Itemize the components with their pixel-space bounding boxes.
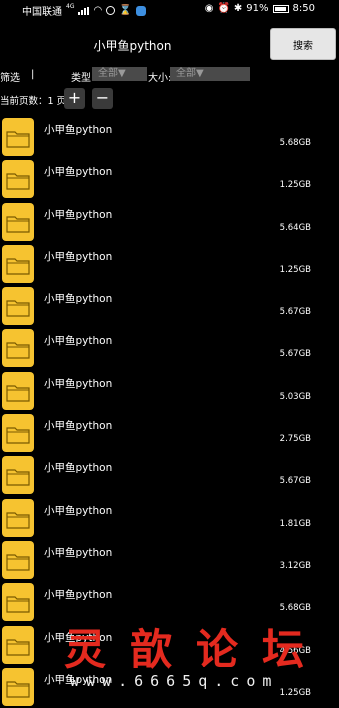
watermark-url: www.6665q.com [70,672,279,690]
file-row[interactable]: 小甲鱼python 1.25GB [0,243,339,285]
file-row[interactable]: 小甲鱼python 5.03GB [0,370,339,412]
file-size: 5.03GB [279,391,311,402]
sync-icon [106,6,116,15]
file-name: 小甲鱼python [44,250,113,263]
wifi-icon: ◠ [93,5,103,16]
file-name: 小甲鱼python [44,208,113,221]
signal-tag: 4G [66,3,75,10]
size-label: 大小: [148,73,172,84]
carrier-label: 中国联通 [22,7,62,18]
filter-label: 筛选 [0,73,20,84]
file-name: 小甲鱼python [44,166,113,179]
folder-icon [2,118,34,156]
next-page-button[interactable]: + [64,88,85,109]
file-row[interactable]: 小甲鱼python 5.68GB [0,116,339,158]
status-right: ◉ ⏰ ✱ 91% 8:50 [205,3,315,14]
file-row[interactable]: 小甲鱼python 1.81GB [0,497,339,539]
watermark-title: 灵歆论坛 [64,625,329,674]
file-size: 1.81GB [279,518,311,529]
folder-icon [2,287,34,326]
file-name: 小甲鱼python [44,293,113,306]
current-page-label: 当前页数：1 页 [0,96,67,107]
file-row[interactable]: 小甲鱼python 5.67GB [0,454,339,496]
file-name: 小甲鱼python [44,420,113,433]
search-button[interactable]: 搜索 [270,28,336,60]
file-name: 小甲鱼python [44,546,113,559]
folder-icon [2,667,34,706]
bluetooth-icon: ✱ [233,3,243,14]
eye-icon: ◉ [204,3,214,14]
alarm-icon: ⏰ [217,3,230,14]
prev-page-button[interactable]: − [92,88,113,109]
file-size: 5.68GB [279,138,311,148]
file-size: 3.12GB [279,560,311,571]
battery-percent: 91% [246,3,269,14]
folder-icon [2,202,34,241]
clock-time: 8:50 [292,3,315,14]
filter-separator: | [31,69,35,80]
status-bar: 中国联通 4G ◠ ⌛ ◉ ⏰ ✱ 91% 8:50 [0,0,339,18]
folder-icon [2,456,34,495]
file-row[interactable]: 小甲鱼python 3.12GB [0,539,339,581]
file-row[interactable]: 小甲鱼python 1.25GB [0,158,339,200]
file-row[interactable]: 小甲鱼python 2.75GB [0,412,339,454]
status-left: 中国联通 4G ◠ ⌛ [22,3,146,18]
folder-icon [2,329,34,368]
folder-icon [2,625,34,664]
folder-icon [2,371,34,410]
file-name: 小甲鱼python [44,462,113,475]
file-name: 小甲鱼python [44,377,113,390]
battery-icon [272,4,289,13]
file-name: 小甲鱼python [44,335,113,348]
file-size: 5.67GB [279,349,311,360]
folder-icon [2,583,34,622]
file-name: 小甲鱼python [44,589,113,602]
file-size: 5.64GB [279,222,311,233]
file-size: 5.67GB [279,476,311,487]
folder-icon [2,414,34,453]
file-name: 小甲鱼python [44,504,113,517]
file-size: 5.67GB [279,307,311,318]
file-row[interactable]: 小甲鱼python 5.67GB [0,327,339,369]
file-name: 小甲鱼python [44,124,113,136]
size-select[interactable]: 全部▼ [170,67,250,81]
signal-icon [78,6,90,15]
folder-icon [2,498,34,537]
file-size: 2.75GB [279,434,311,445]
hourglass-icon: ⌛ [119,5,132,16]
folder-icon [2,540,34,579]
page-title: 小甲鱼python [93,39,172,53]
file-row[interactable]: 小甲鱼python 5.67GB [0,285,339,327]
type-label: 类型: [71,73,95,84]
file-size: 1.25GB [279,264,311,275]
folder-icon [2,244,34,283]
file-size: 1.25GB [279,687,311,698]
app-notification-icon [135,5,146,16]
type-select[interactable]: 全部▼ [92,67,147,81]
file-size: 1.25GB [279,180,311,191]
file-row[interactable]: 小甲鱼python 5.64GB [0,201,339,243]
file-size: 5.68GB [279,603,311,614]
folder-icon [2,160,34,199]
